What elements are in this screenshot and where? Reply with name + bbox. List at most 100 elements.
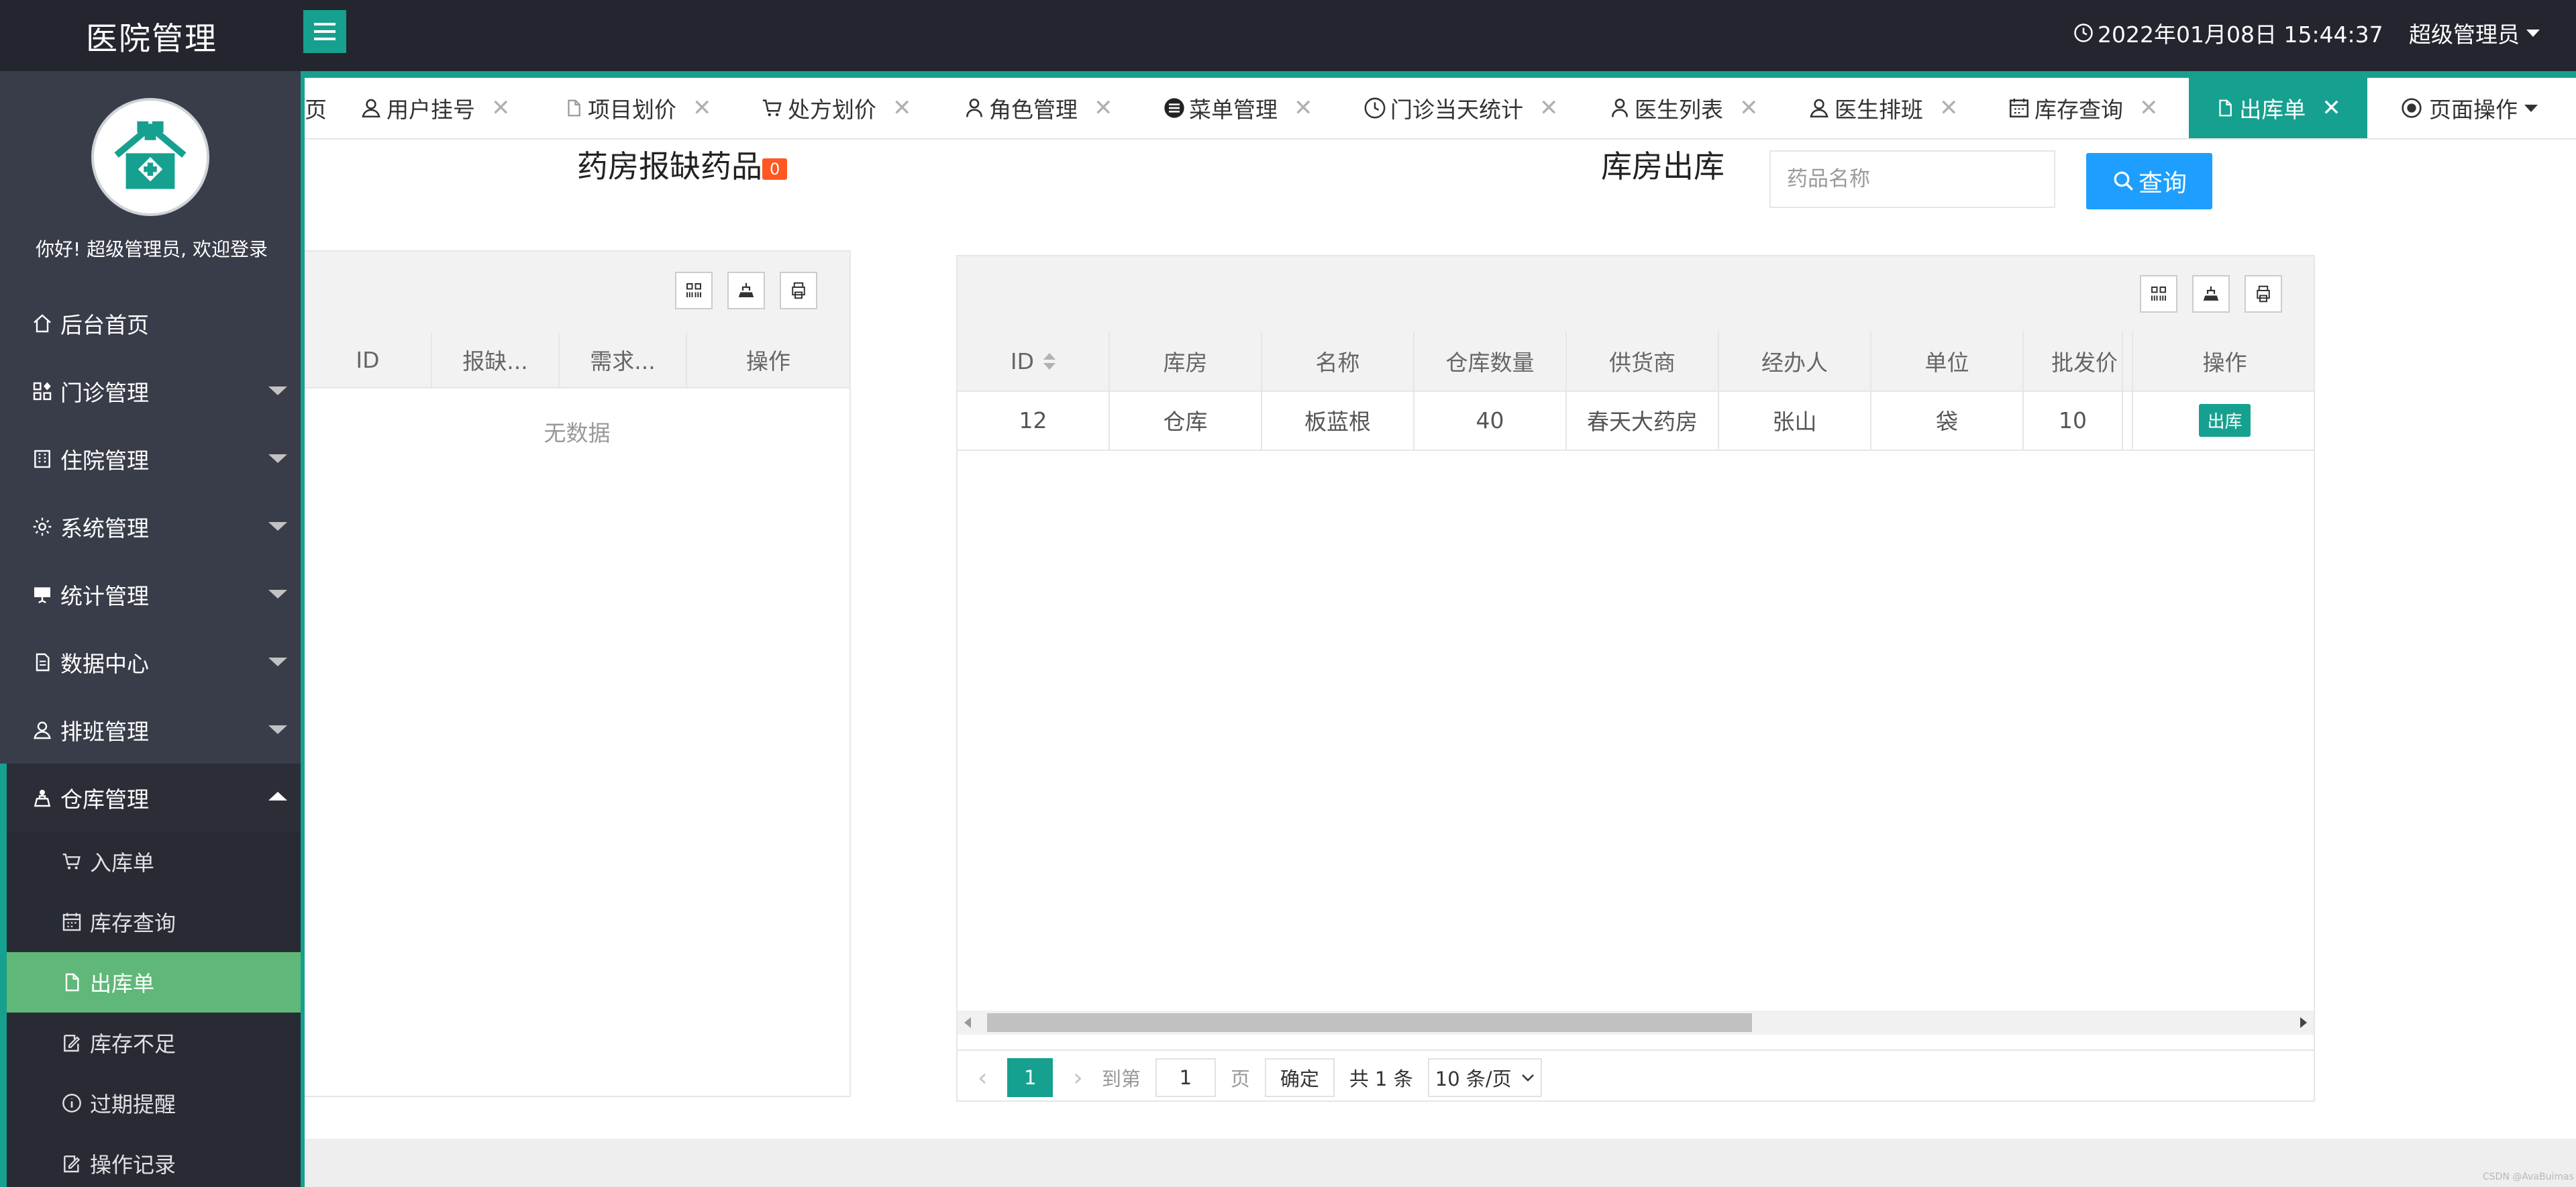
- sidebar-item-label: 过期提醒: [90, 1092, 176, 1117]
- tab-doctor-list[interactable]: 医生列表 ✕: [1609, 78, 1759, 138]
- sidebar-item-outpatient[interactable]: 门诊管理: [0, 357, 303, 425]
- column-header-quantity[interactable]: 仓库数量: [1414, 331, 1567, 391]
- column-header-handler[interactable]: 经办人: [1719, 331, 1871, 391]
- tab-role-management[interactable]: 角色管理 ✕: [964, 78, 1113, 138]
- column-header-id[interactable]: ID: [305, 332, 432, 387]
- total-count: 共 1 条: [1349, 1068, 1413, 1090]
- cell-id: 12: [958, 391, 1110, 450]
- close-icon[interactable]: ✕: [491, 95, 511, 121]
- columns-filter-button[interactable]: [2140, 275, 2177, 313]
- export-button[interactable]: [2192, 275, 2230, 313]
- tab-doctor-schedule[interactable]: 医生排班 ✕: [1808, 78, 1959, 138]
- close-icon[interactable]: ✕: [1094, 95, 1113, 121]
- tab-label: 出库单: [2239, 97, 2306, 123]
- column-header-warehouse[interactable]: 库房: [1110, 331, 1262, 391]
- close-icon[interactable]: ✕: [1539, 95, 1559, 121]
- sidebar-item-home[interactable]: 后台首页: [0, 289, 303, 357]
- user-icon: [1810, 99, 1828, 118]
- tab-registration[interactable]: 用户挂号 ✕: [360, 78, 511, 138]
- page-size-select[interactable]: 10 条/页: [1427, 1058, 1542, 1097]
- search-button[interactable]: 查询: [2086, 153, 2212, 209]
- tab-stock-query[interactable]: 库存查询 ✕: [2008, 78, 2159, 138]
- column-header-id[interactable]: ID: [958, 331, 1110, 391]
- next-page-icon[interactable]: ›: [1073, 1064, 1082, 1092]
- close-icon[interactable]: ✕: [692, 95, 712, 121]
- goto-confirm-button[interactable]: 确定: [1264, 1058, 1335, 1097]
- calendar-icon: [59, 909, 85, 935]
- file-icon: [568, 99, 580, 117]
- tab-label: 处方划价: [788, 97, 876, 123]
- page-label: 页: [1230, 1068, 1250, 1090]
- tab-label: 项目划价: [588, 97, 676, 123]
- menu-circle-icon: [1164, 98, 1184, 118]
- sidebar-item-stock-out[interactable]: 出库单: [7, 952, 303, 1013]
- top-header: 医院管理 2022年01月08日 15:44:37 超级管理员: [0, 0, 2576, 71]
- tab-home-partial[interactable]: 页: [305, 78, 331, 138]
- print-icon: [2257, 285, 2270, 303]
- sidebar-item-stock-query[interactable]: 库存查询: [7, 892, 303, 952]
- stock-out-button[interactable]: 出库: [2199, 403, 2251, 437]
- cell-handler: 张山: [1719, 391, 1871, 450]
- hospital-logo-icon: [105, 111, 196, 203]
- sidebar: 你好! 超级管理员, 欢迎登录 后台首页 门诊管理 住院管理 系统管理 统计管理: [0, 71, 303, 1187]
- sidebar-item-statistics[interactable]: 统计管理: [0, 560, 303, 628]
- sidebar-item-system[interactable]: 系统管理: [0, 493, 303, 560]
- print-button[interactable]: [780, 272, 817, 309]
- page-operations-dropdown[interactable]: 页面操作: [2401, 78, 2538, 138]
- user-menu[interactable]: 超级管理员: [2409, 16, 2540, 50]
- columns-filter-button[interactable]: [675, 272, 713, 309]
- sidebar-item-expiry-alert[interactable]: 过期提醒: [7, 1073, 303, 1133]
- tab-menu-management[interactable]: 菜单管理 ✕: [1164, 78, 1313, 138]
- column-header-action: 操作: [687, 332, 849, 387]
- close-icon[interactable]: ✕: [892, 95, 912, 121]
- export-icon: [738, 282, 754, 297]
- avatar: [91, 98, 209, 216]
- page-number-current[interactable]: 1: [1007, 1058, 1053, 1097]
- apps-icon: [30, 378, 55, 404]
- column-header-unit[interactable]: 单位: [1871, 331, 2024, 391]
- prev-page-icon[interactable]: ‹: [978, 1064, 987, 1092]
- scroll-left-icon[interactable]: [964, 1017, 971, 1028]
- drug-name-search-input[interactable]: [1769, 150, 2055, 208]
- column-header-wholesale-price[interactable]: 批发价: [2024, 331, 2123, 391]
- shortage-table-panel: ID 报缺... 需求... 操作 无数据: [305, 250, 851, 1097]
- close-icon[interactable]: ✕: [2139, 95, 2159, 121]
- column-header-action: 操作: [2132, 331, 2314, 391]
- chevron-down-icon: [268, 590, 287, 599]
- sidebar-item-inpatient[interactable]: 住院管理: [0, 425, 303, 493]
- tab-label: 用户挂号: [387, 97, 475, 123]
- column-header-supplier[interactable]: 供货商: [1567, 331, 1719, 391]
- sidebar-item-operation-log[interactable]: 操作记录: [7, 1133, 303, 1187]
- horizontal-scrollbar[interactable]: [958, 1011, 2314, 1035]
- export-button[interactable]: [727, 272, 765, 309]
- tab-outpatient-daily-stats[interactable]: 门诊当天统计 ✕: [1363, 78, 1559, 138]
- sort-icon[interactable]: [1043, 352, 1056, 370]
- sidebar-item-warehouse[interactable]: 仓库管理: [0, 764, 303, 831]
- close-icon[interactable]: ✕: [1939, 95, 1959, 121]
- column-header-shortage[interactable]: 报缺...: [432, 332, 560, 387]
- tab-stock-out[interactable]: 出库单 ✕: [2189, 78, 2367, 138]
- column-header-name[interactable]: 名称: [1262, 331, 1414, 391]
- print-button[interactable]: [2245, 275, 2282, 313]
- sidebar-item-scheduling[interactable]: 排班管理: [0, 696, 303, 764]
- sidebar-item-data-center[interactable]: 数据中心: [0, 628, 303, 696]
- sidebar-item-stock-shortage[interactable]: 库存不足: [7, 1013, 303, 1073]
- sidebar-item-label: 统计管理: [60, 582, 149, 609]
- sidebar-item-stock-in[interactable]: 入库单: [7, 831, 303, 892]
- welcome-text: 你好! 超级管理员, 欢迎登录: [36, 238, 268, 260]
- close-icon[interactable]: ✕: [1294, 95, 1313, 121]
- tab-item-pricing[interactable]: 项目划价 ✕: [564, 78, 712, 138]
- chevron-down-icon: [268, 725, 287, 734]
- chevron-down-icon: [268, 454, 287, 463]
- close-icon[interactable]: ✕: [2322, 95, 2341, 121]
- sidebar-toggle-button[interactable]: [303, 10, 346, 53]
- home-icon: [30, 311, 55, 336]
- scroll-right-icon[interactable]: [2300, 1017, 2307, 1028]
- search-button-label: 查询: [2138, 170, 2187, 197]
- column-header-demand[interactable]: 需求...: [560, 332, 687, 387]
- close-icon[interactable]: ✕: [1739, 95, 1759, 121]
- goto-page-input[interactable]: 1: [1155, 1058, 1216, 1097]
- tab-prescription-pricing[interactable]: 处方划价 ✕: [761, 78, 912, 138]
- scrollbar-thumb[interactable]: [987, 1013, 1752, 1032]
- goto-label: 到第: [1101, 1068, 1141, 1090]
